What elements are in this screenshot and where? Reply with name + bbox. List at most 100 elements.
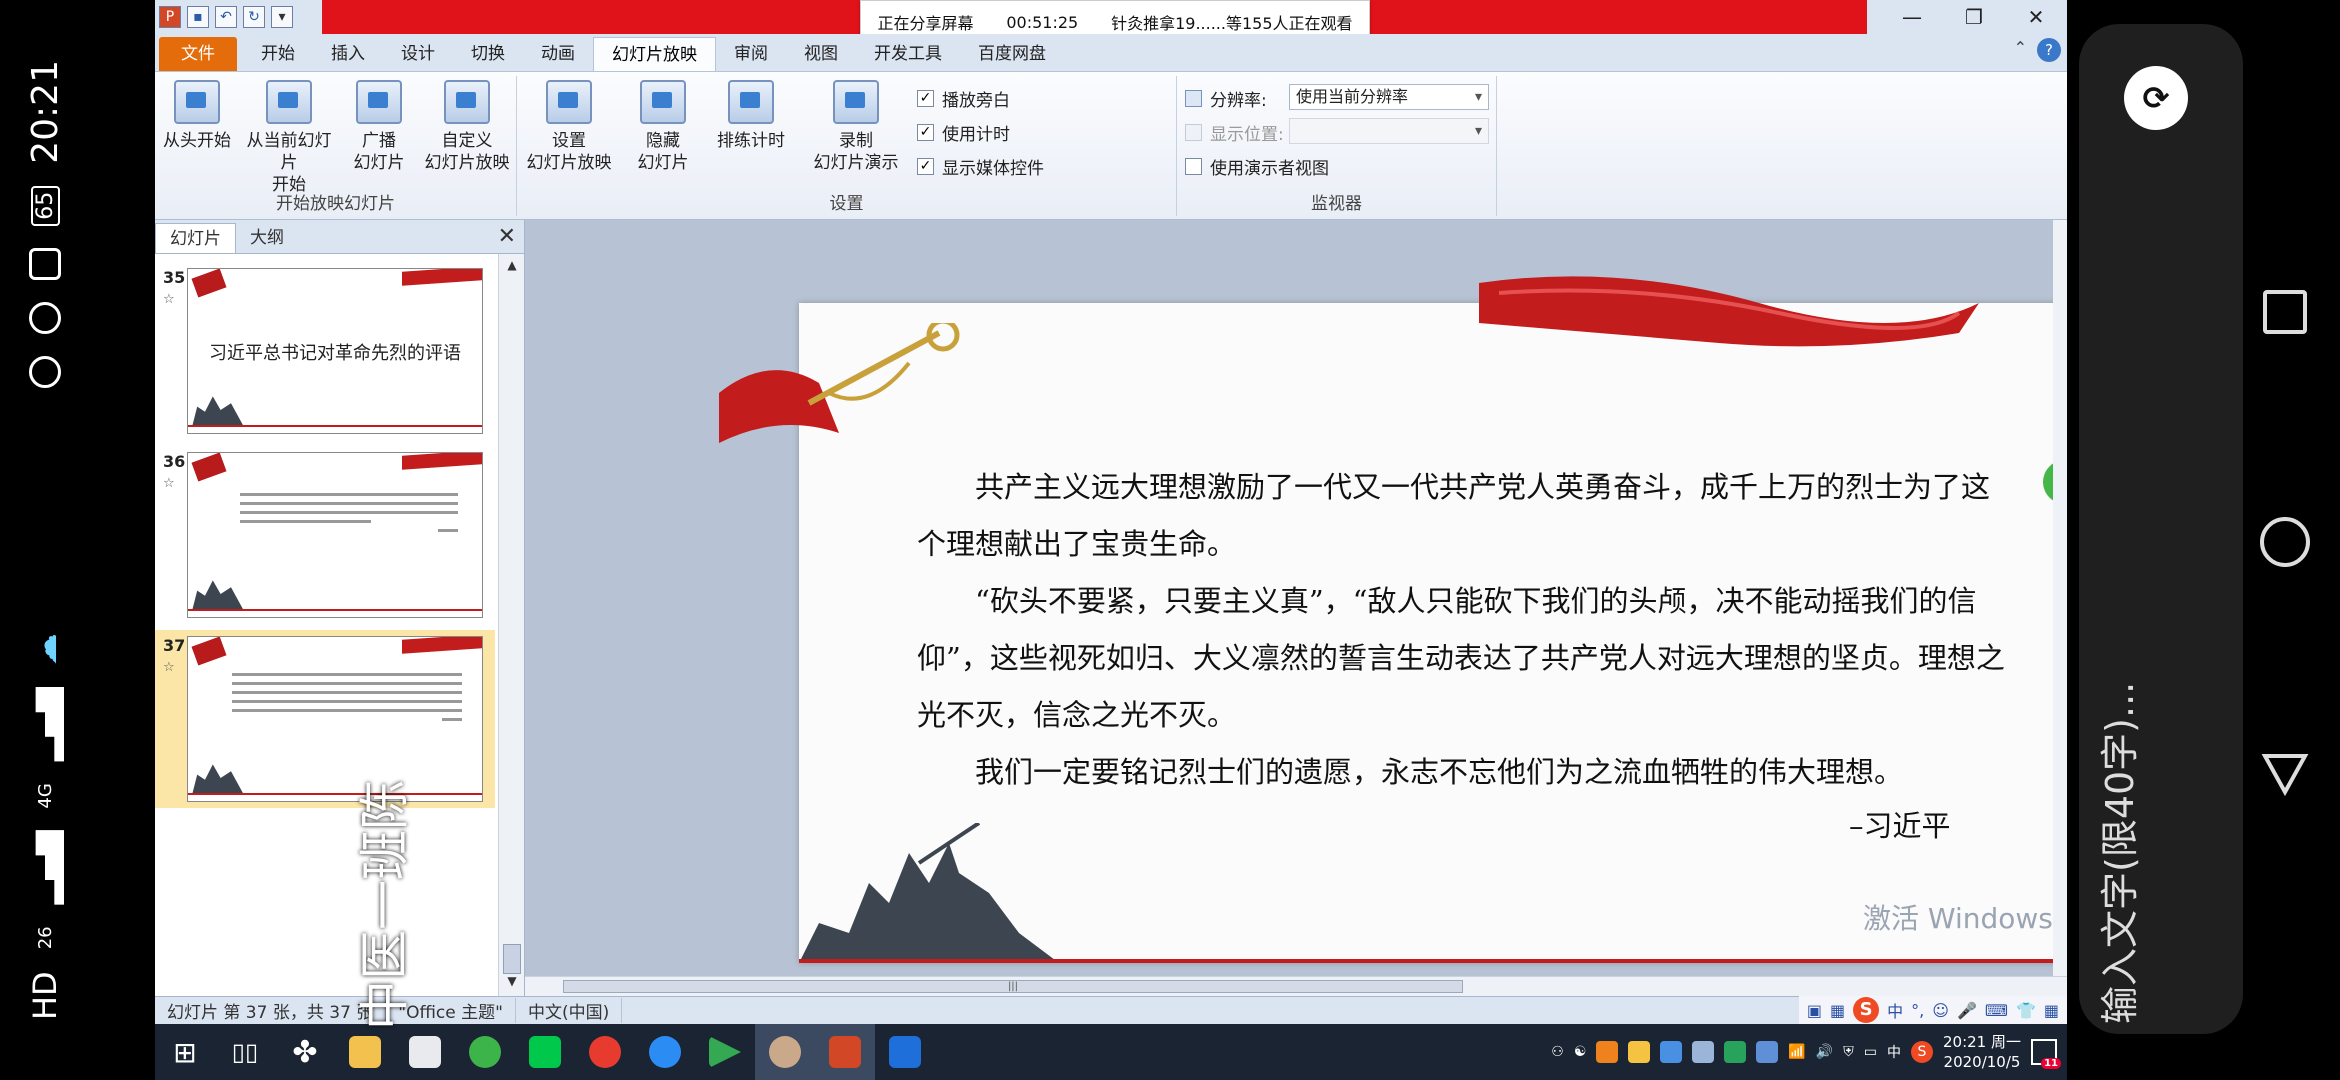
tab-view[interactable]: 视图 bbox=[786, 37, 856, 71]
broadcast-button[interactable]: 广播 幻灯片 bbox=[339, 80, 419, 174]
custom-slideshow-button[interactable]: 自定义 幻灯片放映 bbox=[419, 80, 515, 174]
taskbar-app-iqiyi[interactable] bbox=[515, 1024, 575, 1080]
tab-design[interactable]: 设计 bbox=[383, 37, 453, 71]
restore-icon[interactable]: ❐ bbox=[1943, 0, 2005, 34]
window-controls: — ❐ ✕ bbox=[1881, 0, 2067, 34]
from-beginning-button[interactable]: 从头开始 bbox=[157, 80, 237, 152]
chat-input-bar[interactable]: ⟳ 输入文字(限40字)... bbox=[2079, 24, 2243, 1034]
skin-icon[interactable]: 👕 bbox=[2016, 1001, 2036, 1020]
back-button[interactable] bbox=[2257, 746, 2313, 802]
trumpet-flag-decoration bbox=[719, 323, 960, 443]
start-button[interactable]: ⊞ bbox=[155, 1024, 215, 1080]
scroll-down-icon[interactable]: ▼ bbox=[503, 974, 521, 988]
tray-app-icon[interactable] bbox=[1660, 1041, 1683, 1063]
volume-icon[interactable]: 🔊 bbox=[1816, 1044, 1833, 1060]
tab-insert[interactable]: 插入 bbox=[313, 37, 383, 71]
antivirus-icon[interactable]: ☯ bbox=[1574, 1044, 1587, 1060]
taskbar-clock[interactable]: 20:21 周一 2020/10/5 bbox=[1943, 1032, 2021, 1072]
tab-baidu-netdisk[interactable]: 百度网盘 bbox=[960, 37, 1064, 71]
scroll-thumb[interactable] bbox=[503, 944, 521, 974]
tray-app-icon[interactable] bbox=[1724, 1041, 1747, 1063]
taskbar-app-360[interactable] bbox=[455, 1024, 515, 1080]
microphone-icon[interactable]: 🎤 bbox=[1957, 1001, 1977, 1020]
scroll-thumb[interactable]: ||| bbox=[563, 980, 1463, 993]
presenter-view-checkbox[interactable]: 使用演示者视图 bbox=[1185, 154, 1329, 179]
slide-thumbnail-35[interactable]: 35 ☆ 习近平总书记对革命先烈的评语 bbox=[155, 262, 495, 440]
from-current-button[interactable]: 从当前幻灯片 开始 bbox=[239, 80, 339, 196]
notification-count: 11 bbox=[2041, 1058, 2061, 1069]
tray-app-icon[interactable] bbox=[1628, 1041, 1651, 1063]
input-language[interactable]: 中 bbox=[1887, 1042, 1901, 1062]
emoji-icon[interactable]: ☺ bbox=[1932, 1001, 1949, 1020]
close-panel-icon[interactable]: ✕ bbox=[498, 224, 516, 249]
panel-tabs: 幻灯片 大纲 ✕ bbox=[155, 220, 524, 254]
taskbar-app-powerpoint[interactable] bbox=[815, 1024, 875, 1080]
normal-view-icon[interactable]: ▣ bbox=[1807, 1001, 1822, 1020]
tray-app-icon[interactable] bbox=[1756, 1041, 1779, 1063]
task-view-button[interactable]: ▯▯ bbox=[215, 1024, 275, 1080]
notification-center-icon[interactable]: 11 bbox=[2031, 1039, 2061, 1069]
slide-thumbnail-37[interactable]: 37 ☆ bbox=[155, 630, 495, 808]
phone-clock: 20:21 bbox=[24, 60, 66, 164]
recents-button[interactable] bbox=[2257, 284, 2313, 340]
taskbar-app-qq-browser[interactable] bbox=[635, 1024, 695, 1080]
help-icon[interactable]: ? bbox=[2037, 38, 2061, 62]
wifi-icon[interactable]: 📶 bbox=[1788, 1044, 1805, 1060]
slide-horizontal-scrollbar[interactable]: ||| bbox=[525, 976, 2067, 996]
tab-developer[interactable]: 开发工具 bbox=[856, 37, 960, 71]
taskbar-app-explorer[interactable] bbox=[335, 1024, 395, 1080]
tab-file[interactable]: 文件 bbox=[159, 37, 237, 71]
people-icon[interactable]: ⚇ bbox=[1551, 1044, 1564, 1060]
toolbox-icon[interactable]: ▦ bbox=[2044, 1001, 2059, 1020]
play-narrations-checkbox[interactable]: ✓ 播放旁白 bbox=[917, 86, 1010, 111]
resolution-dropdown[interactable]: 使用当前分辨率 bbox=[1289, 84, 1489, 110]
use-timings-checkbox[interactable]: ✓ 使用计时 bbox=[917, 120, 1010, 145]
setup-slideshow-button[interactable]: 设置 幻灯片放映 bbox=[517, 80, 621, 174]
exit-icon[interactable]: ⟳ bbox=[2124, 66, 2188, 130]
hide-slide-button[interactable]: 隐藏 幻灯片 bbox=[623, 80, 703, 174]
home-button[interactable] bbox=[2257, 514, 2313, 570]
tab-slideshow[interactable]: 幻灯片放映 bbox=[593, 37, 716, 71]
taskbar-app-player[interactable] bbox=[695, 1024, 755, 1080]
customize-qat-icon[interactable]: ▾ bbox=[271, 6, 293, 28]
chat-input[interactable]: 输入文字(限40字)... bbox=[2089, 682, 2149, 1024]
save-icon[interactable]: ▪ bbox=[187, 6, 209, 28]
record-slideshow-button[interactable]: 录制 幻灯片演示 bbox=[801, 80, 911, 174]
sogou-ime-icon[interactable]: S bbox=[1853, 997, 1880, 1023]
keyboard-icon[interactable]: ⌨ bbox=[1985, 1001, 2008, 1020]
battery-icon[interactable]: ▭ bbox=[1864, 1044, 1877, 1060]
undo-icon[interactable]: ↶ bbox=[215, 6, 237, 28]
taskbar-app-tencent[interactable] bbox=[875, 1024, 935, 1080]
slide-body-text: 共产主义远大理想激励了一代又一代共产党人英勇奋斗，成千上万的烈士为了这个理想献出… bbox=[917, 459, 2007, 801]
tab-animations[interactable]: 动画 bbox=[523, 37, 593, 71]
sogou-tray-icon[interactable]: S bbox=[1911, 1041, 1933, 1063]
scroll-up-icon[interactable]: ▲ bbox=[503, 258, 521, 272]
sorter-view-icon[interactable]: ▦ bbox=[1830, 1001, 1845, 1020]
shield-icon[interactable]: ⛨ bbox=[1843, 1044, 1854, 1060]
punctuation-icon[interactable]: °, bbox=[1911, 1001, 1924, 1020]
current-slide[interactable]: 共产主义远大理想激励了一代又一代共产党人英勇奋斗，成千上万的烈士为了这个理想献出… bbox=[719, 276, 2067, 963]
tab-review[interactable]: 审阅 bbox=[716, 37, 786, 71]
tab-slides[interactable]: 幻灯片 bbox=[155, 223, 236, 253]
collapse-ribbon-icon[interactable]: ⌃ bbox=[2014, 38, 2027, 62]
ppt-app-icon[interactable]: P bbox=[159, 6, 181, 28]
taskbar-app-netease[interactable] bbox=[575, 1024, 635, 1080]
tab-home[interactable]: 开始 bbox=[243, 37, 313, 71]
slide-vertical-scrollbar[interactable] bbox=[2053, 220, 2067, 976]
rehearse-timings-button[interactable]: 排练计时 bbox=[703, 80, 799, 152]
redo-icon[interactable]: ↻ bbox=[243, 6, 265, 28]
slide-thumbnail-36[interactable]: 36 ☆ bbox=[155, 446, 495, 624]
taskbar-app-meeting[interactable] bbox=[755, 1024, 815, 1080]
taskbar-app-pinwheel[interactable]: ✤ bbox=[275, 1024, 335, 1080]
minimize-icon[interactable]: — bbox=[1881, 0, 1943, 34]
ime-chinese-mode[interactable]: 中 bbox=[1887, 998, 1903, 1022]
panel-scrollbar[interactable]: ▲ ▼ bbox=[498, 254, 524, 996]
close-icon[interactable]: ✕ bbox=[2005, 0, 2067, 34]
tab-outline[interactable]: 大纲 bbox=[236, 223, 298, 253]
tab-transitions[interactable]: 切换 bbox=[453, 37, 523, 71]
tray-app-icon[interactable] bbox=[1692, 1041, 1715, 1063]
show-on-dropdown[interactable] bbox=[1289, 118, 1489, 144]
show-media-controls-checkbox[interactable]: ✓ 显示媒体控件 bbox=[917, 154, 1044, 179]
tray-app-icon[interactable] bbox=[1596, 1041, 1619, 1063]
taskbar-app-store[interactable] bbox=[395, 1024, 455, 1080]
